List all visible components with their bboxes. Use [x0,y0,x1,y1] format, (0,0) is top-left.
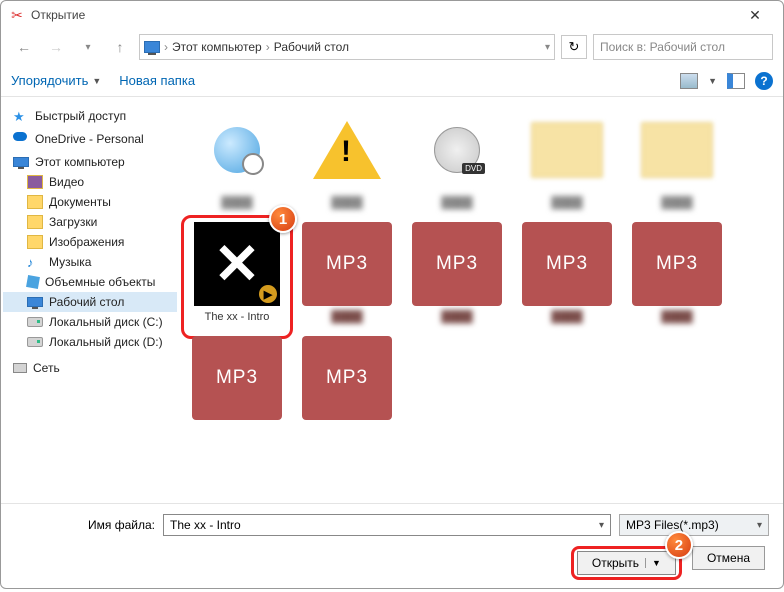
dvd-icon [434,127,480,173]
file-item[interactable]: ████ [629,107,725,209]
drive-icon [27,337,43,347]
file-type-filter[interactable]: MP3 Files(*.mp3)▾ [619,514,769,536]
file-label: The xx - Intro [205,311,270,323]
mp3-icon: MP3 [412,222,502,306]
crumb-folder[interactable]: Рабочий стол [274,40,349,54]
callout-1: 1 [269,205,297,233]
file-item[interactable]: MP3████ [409,221,505,323]
internet-shortcut-icon [214,127,260,173]
tree-images[interactable]: Изображения [3,232,177,252]
file-item[interactable]: ████ [189,107,285,209]
tree-disk-d[interactable]: Локальный диск (D:) [3,332,177,352]
file-item[interactable]: ████ [299,107,395,209]
file-item-selected[interactable]: ✕▶ The xx - Intro 1 [189,221,285,323]
address-row: ← → ▾ ↑ › Этот компьютер › Рабочий стол … [1,29,783,65]
folder-icon [27,195,43,209]
nav-tree: ★Быстрый доступ OneDrive - Personal Этот… [1,97,179,503]
filename-input[interactable]: The xx - Intro▾ [163,514,611,536]
file-item[interactable]: ████ [409,107,505,209]
tree-music[interactable]: ♪Музыка [3,252,177,272]
tree-3d-objects[interactable]: Объемные объекты [3,272,177,292]
callout-2: 2 [665,531,693,559]
file-item[interactable]: MP3 [189,335,285,421]
desktop-icon [27,297,43,307]
file-item[interactable]: MP3████ [519,221,615,323]
tree-downloads[interactable]: Загрузки [3,212,177,232]
organize-menu[interactable]: Упорядочить▼ [11,73,101,88]
warning-icon [313,121,381,179]
file-item[interactable]: ████ [519,107,615,209]
refresh-button[interactable]: ↻ [561,35,587,59]
network-icon [13,363,27,373]
open-button-highlight: Открыть▼ 2 [571,546,682,580]
cancel-button[interactable]: Отмена [692,546,765,570]
tree-desktop[interactable]: Рабочий стол [3,292,177,312]
nav-back-button[interactable]: ← [11,34,37,60]
folder-icon [641,122,713,178]
mp3-icon: MP3 [632,222,722,306]
nav-history-dropdown[interactable]: ▾ [75,34,101,60]
player-badge-icon: ▶ [259,285,277,303]
toolbar: Упорядочить▼ Новая папка ▼ ? [1,65,783,97]
music-icon: ♪ [27,255,43,269]
star-icon: ★ [13,109,29,123]
folder-icon [27,235,43,249]
view-icon[interactable] [680,73,698,89]
help-icon[interactable]: ? [755,72,773,90]
file-item[interactable]: MP3 [299,335,395,421]
bottom-panel: Имя файла: The xx - Intro▾ MP3 Files(*.m… [1,503,783,592]
nav-forward-button[interactable]: → [43,34,69,60]
tree-disk-c[interactable]: Локальный диск (C:) [3,312,177,332]
new-folder-button[interactable]: Новая папка [119,73,195,88]
titlebar: ✂ Открытие ✕ [1,1,783,29]
folder-icon [27,175,43,189]
close-button[interactable]: ✕ [735,7,775,24]
tree-documents[interactable]: Документы [3,192,177,212]
tree-network[interactable]: Сеть [3,358,177,378]
tree-this-pc[interactable]: Этот компьютер [3,152,177,172]
crumb-root[interactable]: Этот компьютер [172,40,262,54]
mp3-icon: MP3 [522,222,612,306]
pc-icon [13,157,29,167]
tree-quick-access[interactable]: ★Быстрый доступ [3,106,177,126]
open-button[interactable]: Открыть▼ [577,551,676,575]
drive-icon [27,317,43,327]
app-icon: ✂ [9,7,25,23]
folder-icon [27,215,43,229]
preview-pane-icon[interactable] [727,73,745,89]
onedrive-icon [13,132,29,146]
file-view: ████ ████ ████ ████ ████ ✕▶ The xx - Int… [179,97,783,503]
pc-icon [144,41,160,53]
window-title: Открытие [31,8,85,22]
tree-video[interactable]: Видео [3,172,177,192]
file-item[interactable]: MP3████ [629,221,725,323]
cube-icon [26,275,40,289]
mp3-icon: MP3 [302,336,392,420]
file-item[interactable]: MP3████ [299,221,395,323]
nav-up-button[interactable]: ↑ [107,34,133,60]
mp3-icon: MP3 [302,222,392,306]
tree-onedrive[interactable]: OneDrive - Personal [3,129,177,149]
search-input[interactable]: Поиск в: Рабочий стол [593,34,773,60]
address-bar[interactable]: › Этот компьютер › Рабочий стол ▾ [139,34,555,60]
folder-icon [531,122,603,178]
mp3-icon: MP3 [192,336,282,420]
filename-label: Имя файла: [15,518,155,532]
album-art-icon: ✕▶ [194,222,280,306]
